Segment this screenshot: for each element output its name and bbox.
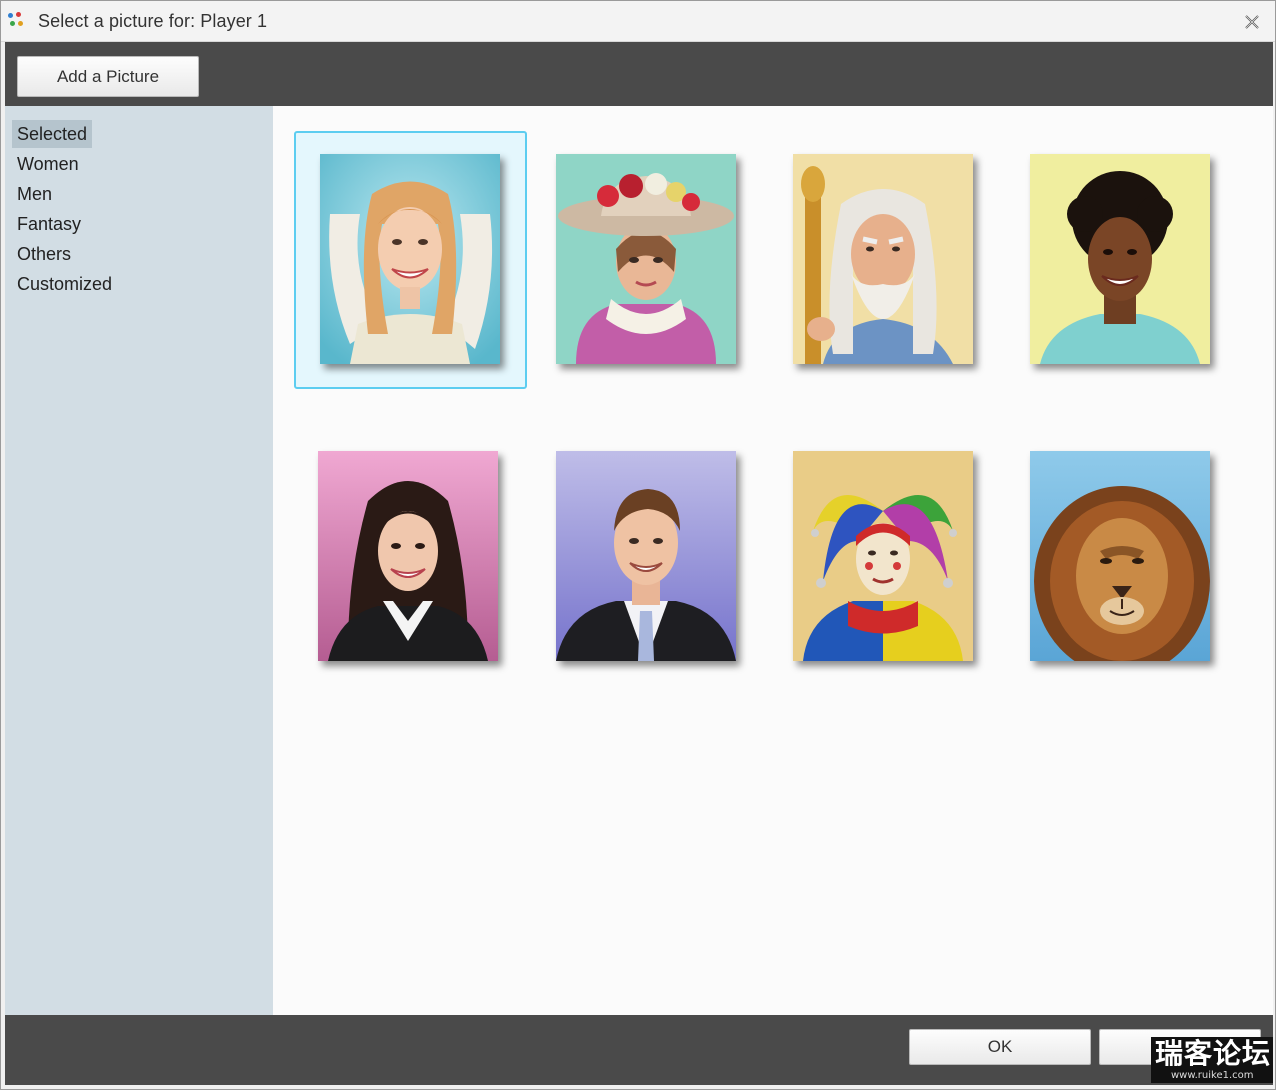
lion-portrait [1030, 451, 1210, 661]
category-others[interactable]: Others [12, 240, 76, 268]
wizard-old-man-portrait [793, 154, 973, 364]
picture-tile-business-man[interactable] [532, 428, 765, 686]
angel-woman-portrait [320, 154, 500, 364]
category-selected[interactable]: Selected [12, 120, 93, 148]
dialog-window: Select a picture for: Player 1 Add a Pic… [0, 0, 1276, 1090]
picture-tile-lion[interactable] [1006, 428, 1239, 686]
app-icon [7, 12, 25, 30]
jester-portrait [793, 451, 973, 661]
ok-button[interactable]: OK [909, 1029, 1091, 1065]
close-icon[interactable] [1243, 13, 1261, 31]
picture-tile-jester[interactable] [769, 428, 1002, 686]
picture-tile-angel-woman[interactable] [294, 131, 527, 389]
picture-tile-curly-hair-woman[interactable] [1006, 131, 1239, 389]
business-man-portrait [556, 451, 736, 661]
picture-tile-wizard-old-man[interactable] [769, 131, 1002, 389]
add-picture-button[interactable]: Add a Picture [17, 56, 199, 97]
window-title: Select a picture for: Player 1 [38, 11, 268, 31]
watermark-url: www.ruike1.com [1171, 1070, 1254, 1081]
watermark-text: 瑞客论坛 [1155, 1037, 1272, 1070]
woman-flower-hat-portrait [556, 154, 736, 364]
footer-bar: OK [5, 1015, 1273, 1085]
title-bar: Select a picture for: Player 1 [1, 1, 1275, 42]
picture-tile-business-woman[interactable] [294, 428, 527, 686]
watermark-logo: 瑞客论坛 www.ruike1.com [1151, 1037, 1273, 1083]
picture-grid [273, 106, 1273, 1015]
category-men[interactable]: Men [12, 180, 57, 208]
category-women[interactable]: Women [12, 150, 84, 178]
category-customized[interactable]: Customized [12, 270, 117, 298]
category-sidebar: Selected Women Men Fantasy Others Custom… [5, 106, 273, 1015]
picture-tile-woman-flower-hat[interactable] [532, 131, 765, 389]
curly-hair-woman-portrait [1030, 154, 1210, 364]
business-woman-portrait [318, 451, 498, 661]
category-fantasy[interactable]: Fantasy [12, 210, 86, 238]
toolbar: Add a Picture [5, 42, 1273, 106]
